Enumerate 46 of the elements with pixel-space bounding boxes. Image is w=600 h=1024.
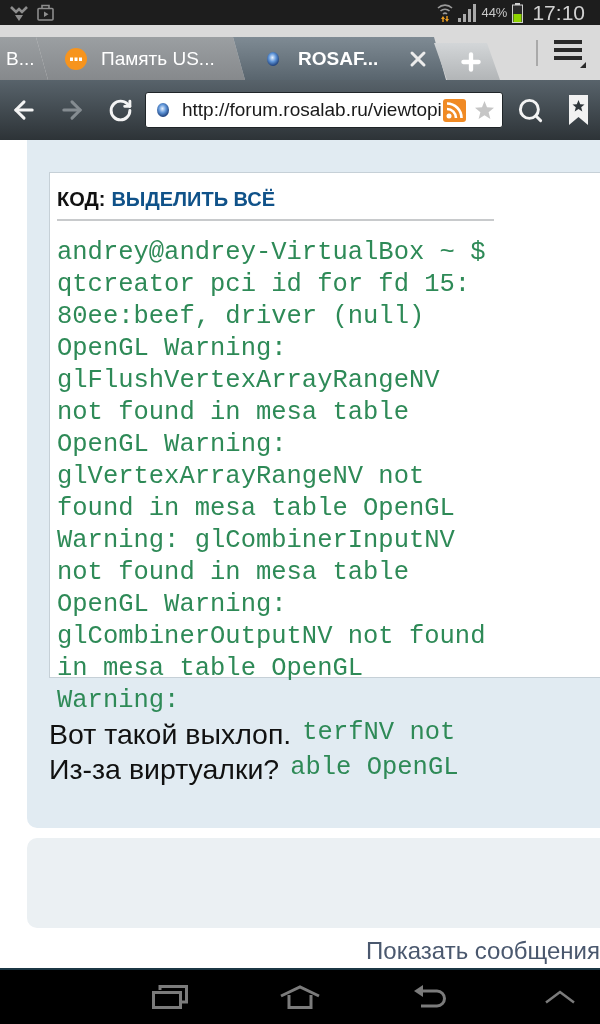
menu-icon bbox=[554, 37, 586, 68]
logo-icon bbox=[65, 47, 87, 70]
code-line: glVertexArrayRangeNV not bbox=[57, 461, 426, 493]
battery-percent: 44% bbox=[481, 5, 508, 20]
code-line: OpenGL Warning: bbox=[57, 429, 288, 461]
browser-tab[interactable]: ROSAF... bbox=[233, 37, 446, 80]
code-line: not found in mesa table bbox=[57, 397, 410, 429]
download-icon bbox=[10, 3, 28, 22]
code-line: in mesa table OpenGL bbox=[57, 653, 365, 685]
code-line: OpenGL Warning: bbox=[57, 589, 288, 621]
code-line: glCombinerOutputNV not found bbox=[57, 621, 487, 653]
back-icon[interactable] bbox=[414, 985, 446, 1009]
code-line: OpenGL Warning: bbox=[57, 333, 288, 365]
home-icon[interactable] bbox=[280, 985, 320, 1009]
show-messages-link[interactable]: Показать сообщения bbox=[366, 938, 600, 964]
menu-button[interactable] bbox=[554, 37, 586, 68]
code-line: Warning: glCombinerInputNV bbox=[57, 525, 456, 557]
reload-icon bbox=[107, 97, 133, 123]
search-icon bbox=[517, 96, 544, 124]
signal-icon bbox=[458, 3, 477, 22]
code-line: able OpenGL bbox=[290, 752, 459, 784]
star-icon[interactable] bbox=[475, 101, 494, 119]
recent-apps-icon[interactable] bbox=[152, 985, 188, 1009]
url-text: http://forum.rosalab.ru/viewtopi bbox=[182, 99, 443, 121]
code-line: Warning: bbox=[57, 685, 181, 717]
chevron-up-icon[interactable] bbox=[545, 990, 575, 1004]
sphere-icon bbox=[267, 51, 279, 66]
battery-icon bbox=[512, 2, 524, 23]
clock-time: 17:10 bbox=[532, 1, 585, 24]
sphere-icon bbox=[157, 103, 169, 117]
code-line: andrey@andrey-VirtualBox ~ $ bbox=[57, 237, 487, 269]
code-label: КОД: bbox=[57, 188, 106, 210]
post-text: Вот такой выхлоп. bbox=[49, 717, 292, 752]
code-line: not found in mesa table bbox=[57, 557, 410, 589]
code-line: qtcreator pci id for fd 15: bbox=[57, 269, 472, 301]
url-field[interactable]: http://forum.rosalab.ru/viewtopi bbox=[145, 92, 503, 128]
bookmark-icon[interactable] bbox=[569, 95, 588, 125]
code-line: terfNV not bbox=[302, 717, 456, 749]
code-line: found in mesa table OpenGL bbox=[57, 493, 456, 525]
select-all-link[interactable]: ВЫДЕЛИТЬ ВСЁ bbox=[111, 188, 276, 210]
code-line: 80ee:beef, driver (null) bbox=[57, 301, 426, 333]
bag-icon bbox=[37, 4, 54, 21]
wifi-icon bbox=[437, 3, 454, 22]
code-line: glFlushVertexArrayRangeNV bbox=[57, 365, 441, 397]
search-button[interactable] bbox=[517, 96, 544, 124]
post-text: Из-за виртуалки? bbox=[49, 752, 280, 787]
